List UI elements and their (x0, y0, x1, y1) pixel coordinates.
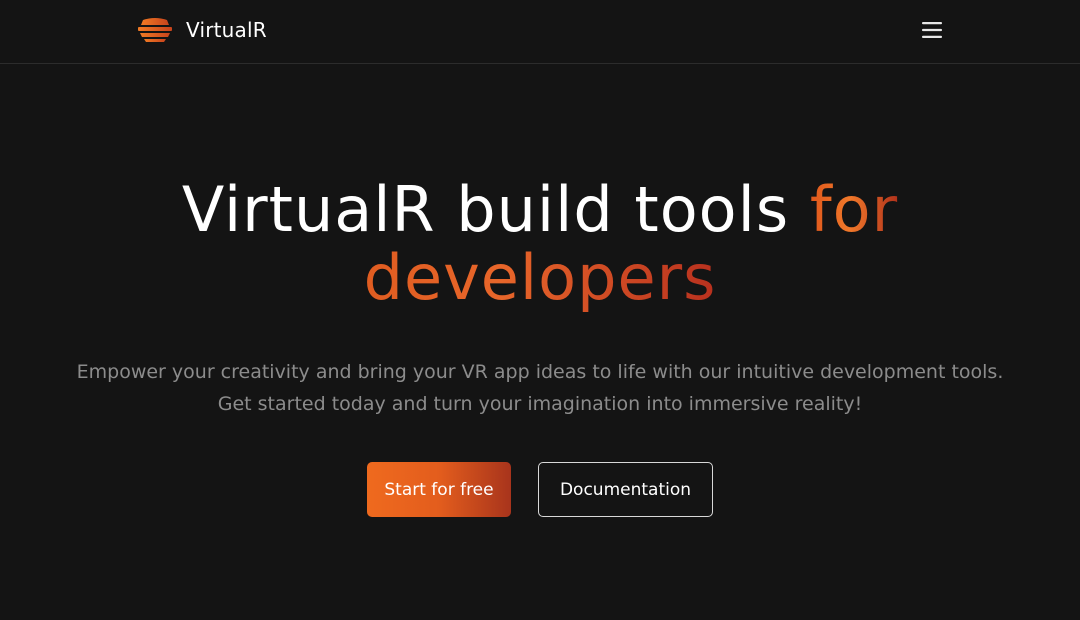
hamburger-menu-icon (922, 22, 942, 38)
documentation-button[interactable]: Documentation (538, 462, 713, 517)
hero-subtitle-line1: Empower your creativity and bring your V… (76, 361, 1004, 383)
hero-subtitle-line2: Get started today and turn your imaginat… (217, 393, 863, 415)
hero-title-accent: for (809, 173, 899, 246)
hero-title-main: VirtualR build tools (181, 173, 790, 246)
menu-button[interactable] (916, 16, 948, 44)
hero-subtitle: Empower your creativity and bring your V… (0, 356, 1080, 420)
start-for-free-button[interactable]: Start for free (367, 462, 511, 517)
virtualr-logo-icon (138, 18, 172, 42)
brand-link[interactable]: VirtualR (136, 14, 267, 46)
hero-title-line2: developers (340, 244, 740, 312)
hero-title: VirtualR build tools for developers (0, 176, 1080, 312)
landing-page: VirtualR VirtualR build tools for develo… (0, 0, 1080, 620)
brand-name: VirtualR (186, 18, 267, 42)
top-navbar: VirtualR (0, 0, 1080, 64)
